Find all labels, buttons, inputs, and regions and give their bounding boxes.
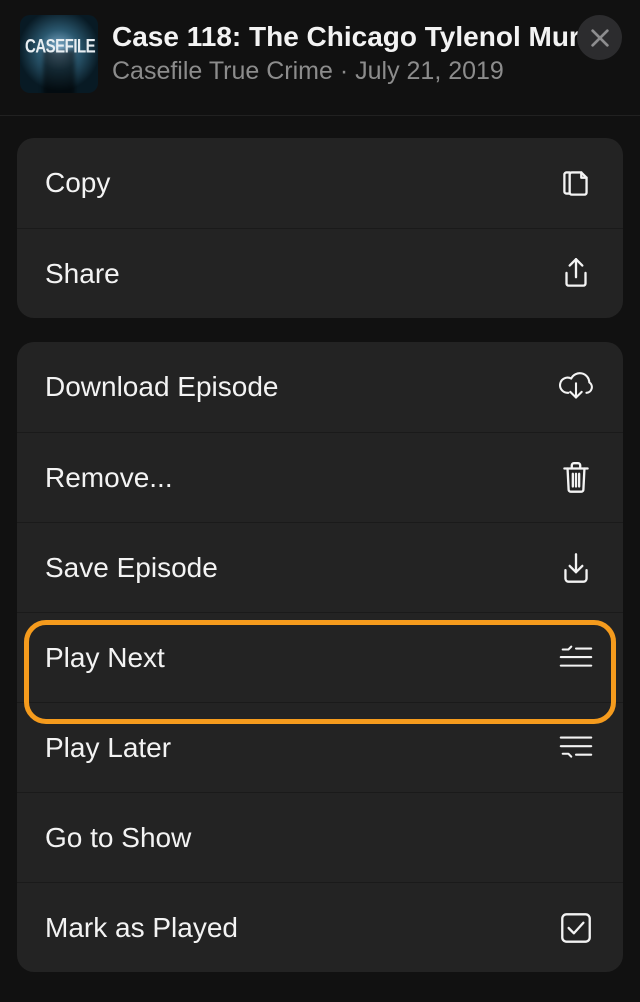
share-icon bbox=[557, 255, 595, 293]
go-to-show-label: Go to Show bbox=[45, 822, 595, 854]
podcast-artwork: CASEFILE bbox=[20, 15, 98, 93]
save-episode-label: Save Episode bbox=[45, 552, 557, 584]
mark-as-played-row[interactable]: Mark as Played bbox=[17, 882, 623, 972]
episode-header: CASEFILE Case 118: The Chicago Tylenol M… bbox=[0, 0, 640, 116]
trash-icon bbox=[557, 459, 595, 497]
download-episode-label: Download Episode bbox=[45, 371, 557, 403]
play-later-icon bbox=[557, 729, 595, 767]
play-later-label: Play Later bbox=[45, 732, 557, 764]
header-text: Case 118: The Chicago Tylenol Mur... Cas… bbox=[112, 22, 622, 86]
episode-title: Case 118: The Chicago Tylenol Mur... bbox=[112, 22, 622, 53]
copy-icon bbox=[557, 164, 595, 202]
play-next-label: Play Next bbox=[45, 642, 557, 674]
share-label: Share bbox=[45, 258, 557, 290]
download-episode-row[interactable]: Download Episode bbox=[17, 342, 623, 432]
share-row[interactable]: Share bbox=[17, 228, 623, 318]
save-download-icon bbox=[557, 549, 595, 587]
close-button[interactable] bbox=[577, 15, 622, 60]
cloud-download-icon bbox=[557, 368, 595, 406]
save-episode-row[interactable]: Save Episode bbox=[17, 522, 623, 612]
checkbox-checked-icon bbox=[557, 909, 595, 947]
mark-as-played-label: Mark as Played bbox=[45, 912, 557, 944]
close-icon bbox=[589, 27, 611, 49]
menu-group-2: Download Episode Remove... Save Episode bbox=[17, 342, 623, 972]
copy-row[interactable]: Copy bbox=[17, 138, 623, 228]
play-next-row[interactable]: Play Next bbox=[17, 612, 623, 702]
remove-row[interactable]: Remove... bbox=[17, 432, 623, 522]
episode-subtitle: Casefile True Crime · July 21, 2019 bbox=[112, 57, 622, 86]
play-next-icon bbox=[557, 639, 595, 677]
remove-label: Remove... bbox=[45, 462, 557, 494]
go-to-show-row[interactable]: Go to Show bbox=[17, 792, 623, 882]
menu-group-1: Copy Share bbox=[17, 138, 623, 318]
play-later-row[interactable]: Play Later bbox=[17, 702, 623, 792]
copy-label: Copy bbox=[45, 167, 557, 199]
artwork-title-text: CASEFILE bbox=[25, 35, 95, 57]
